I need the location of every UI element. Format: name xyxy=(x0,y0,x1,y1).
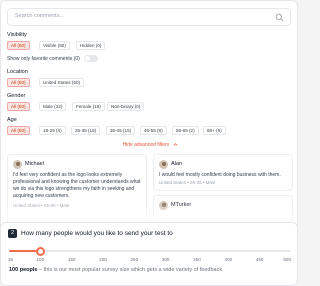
avatar xyxy=(159,201,168,210)
gender-all-chip[interactable]: All (50) xyxy=(7,102,30,111)
hide-advanced-filters-link[interactable]: Hide advanced filters xyxy=(1,142,297,148)
survey-size-slider-thumb[interactable] xyxy=(35,246,45,256)
location-us-chip[interactable]: United States (50) xyxy=(39,78,85,87)
survey-size-panel: 2 How many people would you like to send… xyxy=(0,222,298,286)
age-all-chip[interactable]: All (50) xyxy=(7,126,30,135)
comment-card[interactable]: Michael I'd feel very confident as the l… xyxy=(7,154,147,232)
slider-tick-label: 450 xyxy=(255,257,264,262)
commenter-name: Alan xyxy=(171,161,183,167)
age-56-65-chip[interactable]: 56-65 (2) xyxy=(172,126,199,135)
age-label: Age xyxy=(7,117,17,123)
selected-size-description: – this is our most popular survey size w… xyxy=(37,267,223,273)
slider-tick-label: 350 xyxy=(193,257,201,262)
gender-nonbinary-chip[interactable]: Non-binary (0) xyxy=(107,102,145,111)
gender-female-chip[interactable]: Female (18) xyxy=(72,102,105,111)
step-number-badge: 2 xyxy=(8,229,17,238)
comment-meta: United States • 55-65 • Male xyxy=(13,203,70,208)
slider-tick-label: 300 xyxy=(161,257,170,262)
slider-tick-label: 500 xyxy=(283,257,291,262)
slider-tick-label: 150 xyxy=(67,257,76,262)
visibility-label: Visibility xyxy=(7,32,27,38)
commenter-name: Michael xyxy=(25,161,44,167)
age-66plus-chip[interactable]: 66+ (6) xyxy=(203,126,226,135)
avatar xyxy=(159,160,168,169)
visibility-all-chip[interactable]: All (50) xyxy=(7,41,30,50)
favorites-toggle[interactable] xyxy=(83,55,98,62)
slider-tick-label: 100 xyxy=(36,257,45,262)
comment-text: I would feel mostly confident doing busi… xyxy=(159,172,281,178)
favorites-toggle-label: Show only favorite comments (0) xyxy=(7,55,80,62)
location-label: Location xyxy=(7,69,28,75)
commenter-name: MTurker xyxy=(171,202,192,208)
visibility-hidden-chip[interactable]: Hidden (0) xyxy=(76,41,106,50)
gender-label: Gender xyxy=(7,93,26,99)
age-18-25-chip[interactable]: 18-25 (4) xyxy=(39,126,66,135)
favorites-toggle-row[interactable]: Show only favorite comments (0) xyxy=(7,55,98,62)
visibility-visible-chip[interactable]: Visible (50) xyxy=(39,41,70,50)
comment-meta: United States • 26-35 • Male xyxy=(159,180,216,185)
slider-tick-label: 400 xyxy=(224,257,233,262)
search-placeholder: Search comments... xyxy=(15,13,64,19)
comment-text: I'd feel very confident as the logo look… xyxy=(13,172,141,199)
search-icon xyxy=(275,13,284,22)
slider-tick-label: 25 xyxy=(8,257,14,262)
hide-advanced-filters-label: Hide advanced filters xyxy=(122,142,170,148)
slider-tick-label: 250 xyxy=(130,257,139,262)
chevron-up-icon xyxy=(173,143,177,146)
avatar xyxy=(13,160,22,169)
slider-tick-label: 200 xyxy=(99,257,107,262)
age-46-55-chip[interactable]: 46-55 (8) xyxy=(140,126,167,135)
survey-size-footer: 100 people – this is our most popular su… xyxy=(9,267,222,273)
selected-size-text: 100 people xyxy=(9,267,38,273)
search-input[interactable]: Search comments... xyxy=(7,8,291,26)
survey-size-question: How many people would you like to send y… xyxy=(21,230,173,237)
age-26-35-chip[interactable]: 26-35 (15) xyxy=(71,126,101,135)
age-36-45-chip[interactable]: 36-45 (15) xyxy=(106,126,136,135)
comment-card[interactable]: Alan I would feel mostly confident doing… xyxy=(153,154,293,191)
gender-male-chip[interactable]: Male (32) xyxy=(39,102,67,111)
survey-size-slider-track[interactable] xyxy=(9,250,291,252)
location-all-chip[interactable]: All (50) xyxy=(7,78,30,87)
comments-filter-panel: Search comments... Visibility All (50) V… xyxy=(0,0,298,236)
